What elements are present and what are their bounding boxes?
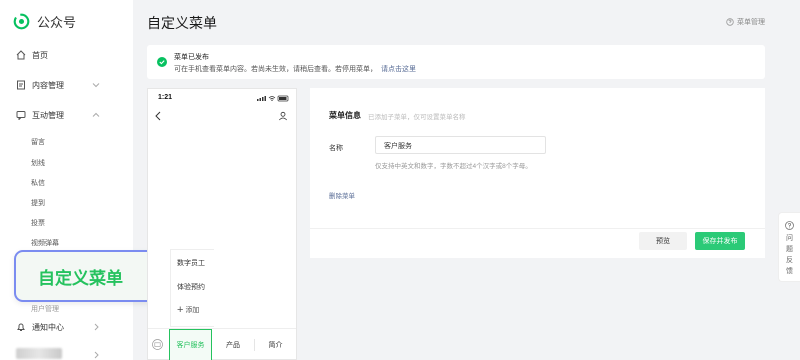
submenu-add-label: 添加 — [185, 307, 200, 314]
success-check-icon — [157, 57, 167, 67]
notice-text: 可在手机查看菜单内容。若尚未生效，请稍后查看。若停用菜单， 请点击这里 — [174, 64, 416, 74]
sidebar-item-interaction[interactable]: 互动管理 — [0, 104, 133, 126]
phone-preview: 1:21 数字员工 体验预约 + 添加 客户服务 产品 简介 — [147, 88, 297, 360]
notice-stop-link[interactable]: 请点击这里 — [381, 66, 416, 73]
help-circle-icon — [726, 18, 734, 26]
keyboard-toggle-icon[interactable] — [152, 339, 163, 350]
sidebar-item-home[interactable]: 首页 — [0, 44, 133, 66]
wechat-logo-icon — [13, 13, 30, 30]
save-publish-button[interactable]: 保存并发布 — [695, 232, 745, 250]
menu-tab-customer-service[interactable]: 客户服务 — [169, 329, 212, 360]
app-logo[interactable]: 公众号 — [13, 12, 76, 31]
chevron-right-icon — [94, 323, 99, 331]
phone-time: 1:21 — [158, 94, 173, 101]
delete-menu-link[interactable]: 删除菜单 — [329, 190, 355, 200]
sidebar-item-label: 通知中心 — [32, 322, 64, 332]
question-circle-icon — [785, 221, 794, 230]
submenu-item-trial-booking[interactable]: 体验预约 — [177, 282, 205, 292]
editor-section-hint: 已添加子菜单，仅可设置菜单名称 — [368, 114, 466, 121]
menu-tabbar: 客户服务 产品 简介 — [148, 328, 296, 360]
back-arrow-icon[interactable] — [154, 111, 162, 121]
chat-icon — [16, 111, 26, 120]
sidebar-subitem-mentions[interactable]: 提到 — [31, 198, 45, 208]
sidebar-item-notifications[interactable]: 通知中心 — [0, 316, 133, 338]
home-icon — [16, 50, 26, 60]
action-bar: 预览 保存并发布 — [310, 228, 765, 258]
page-title: 自定义菜单 — [147, 15, 217, 31]
editor-section-title: 菜单信息 — [329, 111, 361, 120]
sidebar-subitem-messages[interactable]: 私信 — [31, 178, 45, 188]
menu-tab-products[interactable]: 产品 — [212, 329, 254, 360]
sidebar-item-label: 内容管理 — [32, 80, 64, 90]
submenu-item-digital-staff[interactable]: 数字员工 — [177, 258, 205, 268]
feedback-char: 题 — [786, 246, 793, 253]
menu-tab-intro[interactable]: 简介 — [255, 329, 296, 360]
sidebar-subitem-highlights[interactable]: 划线 — [31, 158, 45, 168]
menu-name-input[interactable]: 客户服务 — [375, 136, 546, 154]
feedback-char: 问 — [786, 235, 793, 242]
menu-editor-panel: 菜单信息 已添加子菜单，仅可设置菜单名称 名称 客户服务 仅支持中英文和数字，字… — [310, 88, 765, 232]
submenu-add-button[interactable]: + 添加 — [177, 303, 200, 316]
chevron-up-icon — [92, 112, 100, 117]
menu-manage-link[interactable]: 菜单管理 — [726, 17, 765, 27]
feedback-tab[interactable]: 问 题 反 馈 — [778, 212, 800, 282]
submenu-popup: 数字员工 体验预约 + 添加 — [170, 249, 214, 327]
feedback-char: 反 — [786, 257, 793, 264]
plus-icon: + — [177, 304, 184, 316]
sidebar-item-label: 互动管理 — [32, 110, 64, 120]
user-icon[interactable] — [278, 111, 288, 121]
sidebar-item-label: 首页 — [32, 50, 48, 60]
preview-button[interactable]: 预览 — [639, 232, 687, 250]
document-icon — [17, 80, 25, 90]
bell-icon — [17, 323, 25, 331]
sidebar: 公众号 首页 内容管理 互动管理 留言 划线 私信 提到 投票 视频弹幕 用户管… — [0, 0, 133, 360]
chevron-right-icon — [94, 351, 99, 359]
sidebar-subitem-video-danmaku[interactable]: 视频弹幕 — [31, 238, 59, 248]
phone-status-icons — [257, 95, 289, 102]
notice-title: 菜单已发布 — [174, 54, 209, 61]
chevron-down-icon — [92, 83, 100, 88]
account-avatar-blurred[interactable] — [16, 348, 62, 359]
name-label: 名称 — [329, 145, 343, 152]
feedback-char: 馈 — [786, 268, 793, 275]
sidebar-subitem-polls[interactable]: 投票 — [31, 218, 45, 228]
publish-notice: 菜单已发布 可在手机查看菜单内容。若尚未生效，请稍后查看。若停用菜单， 请点击这里 — [147, 45, 765, 79]
notice-body: 可在手机查看菜单内容。若尚未生效，请稍后查看。若停用菜单， — [174, 66, 377, 73]
sidebar-subitem-user-management[interactable]: 用户管理 — [31, 304, 59, 314]
sidebar-subitem-comments[interactable]: 留言 — [31, 137, 45, 147]
app-name: 公众号 — [37, 15, 77, 30]
menu-manage-label: 菜单管理 — [737, 19, 765, 26]
name-input-note: 仅支持中英文和数字，字数不超过4个汉字或8个字母。 — [375, 163, 532, 170]
sidebar-item-content[interactable]: 内容管理 — [0, 74, 133, 96]
